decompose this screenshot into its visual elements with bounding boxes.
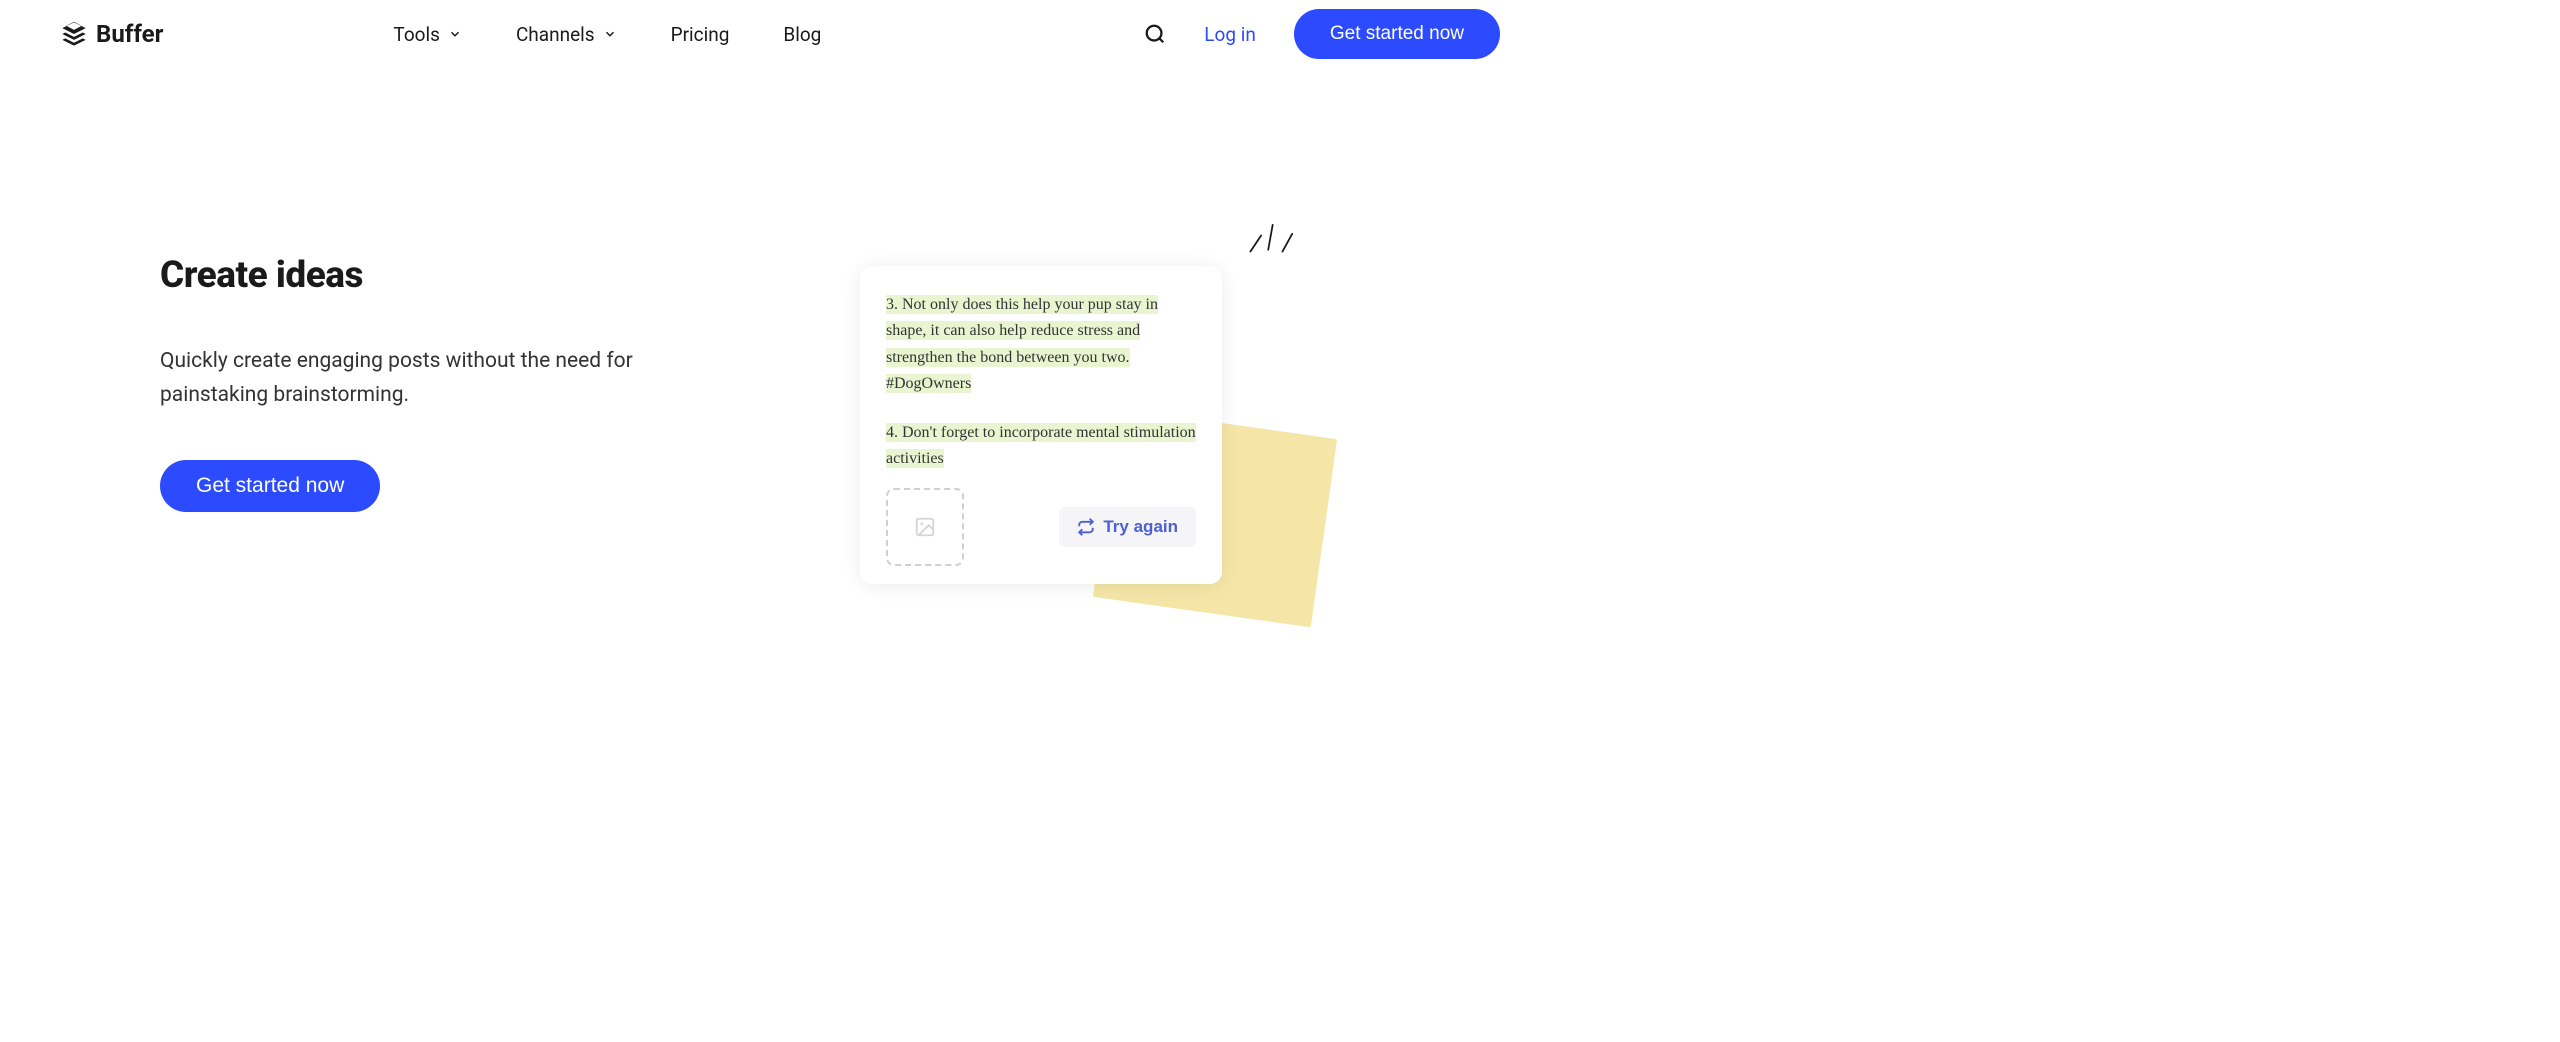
image-icon <box>914 516 936 538</box>
nav-channels[interactable]: Channels <box>516 23 617 46</box>
card-footer: Try again <box>886 488 1196 566</box>
hero-section: Create ideas Quickly create engaging pos… <box>0 68 1560 584</box>
hero-cta-button[interactable]: Get started now <box>160 460 380 512</box>
sparkle-icon <box>1240 216 1300 256</box>
nav-blog-label: Blog <box>783 23 821 46</box>
search-icon[interactable] <box>1144 23 1166 45</box>
generated-text-line-2: 4. Don't forget to incorporate mental st… <box>886 423 1196 468</box>
brand-name: Buffer <box>96 20 163 48</box>
hero-content: Create ideas Quickly create engaging pos… <box>160 178 720 584</box>
nav-tools[interactable]: Tools <box>393 23 462 46</box>
main-navigation: Buffer Tools Channels Pricing Blog Log i… <box>0 0 1560 68</box>
retry-icon <box>1077 518 1095 536</box>
nav-channels-label: Channels <box>516 23 595 46</box>
nav-blog[interactable]: Blog <box>783 23 821 46</box>
card-text-content: 3. Not only does this help your pup stay… <box>886 292 1196 472</box>
brand-logo[interactable]: Buffer <box>60 20 163 48</box>
content-preview-card: 3. Not only does this help your pup stay… <box>860 266 1222 584</box>
nav-right: Log in Get started now <box>1144 9 1500 59</box>
nav-pricing-label: Pricing <box>671 23 730 46</box>
nav-cta-button[interactable]: Get started now <box>1294 9 1500 59</box>
nav-links: Tools Channels Pricing Blog <box>393 23 821 46</box>
hero-description: Quickly create engaging posts without th… <box>160 345 720 412</box>
chevron-down-icon <box>603 27 617 41</box>
nav-tools-label: Tools <box>393 23 440 46</box>
nav-pricing[interactable]: Pricing <box>671 23 730 46</box>
hero-illustration: 3. Not only does this help your pup stay… <box>800 178 1400 584</box>
hero-title: Create ideas <box>160 254 720 297</box>
login-link[interactable]: Log in <box>1204 23 1256 46</box>
image-upload-placeholder[interactable] <box>886 488 964 566</box>
try-again-button[interactable]: Try again <box>1059 507 1196 547</box>
chevron-down-icon <box>448 27 462 41</box>
try-again-label: Try again <box>1103 517 1178 537</box>
generated-text-line-1: 3. Not only does this help your pup stay… <box>886 295 1158 393</box>
buffer-logo-icon <box>60 20 88 48</box>
